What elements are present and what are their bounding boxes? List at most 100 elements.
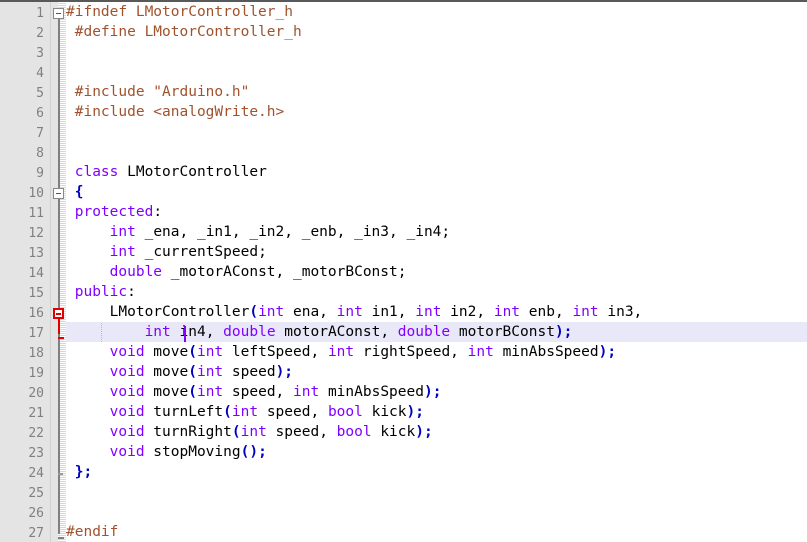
code-token-kw: int (196, 344, 224, 360)
code-token-kw: double (223, 324, 276, 340)
code-token-op: : (153, 204, 163, 220)
code-token-id (66, 324, 145, 340)
code-line[interactable]: #define LMotorController_h (66, 22, 807, 42)
code-token-id: _motorAConst, _motorBConst; (162, 264, 407, 280)
code-text-area[interactable]: #ifndef LMotorController_h #define LMoto… (66, 2, 807, 542)
code-line[interactable] (66, 502, 807, 522)
code-token-id: LMotorController (66, 304, 250, 320)
line-number: 11 (28, 206, 44, 221)
fold-end-elbow[interactable] (58, 337, 64, 339)
line-number: 6 (36, 106, 44, 121)
code-token-kw: void (109, 444, 145, 460)
code-line[interactable]: { (66, 182, 807, 202)
line-number: 26 (28, 506, 44, 521)
code-line[interactable]: int _currentSpeed; (66, 242, 807, 262)
fold-collapse-icon[interactable] (53, 188, 64, 199)
code-line[interactable] (66, 142, 807, 162)
code-token-id: minAbsSpeed (319, 384, 424, 400)
code-line[interactable]: #ifndef LMotorController_h (66, 2, 807, 22)
line-number: 22 (28, 426, 44, 441)
code-token-punc: (); (240, 444, 267, 460)
code-line[interactable]: double _motorAConst, _motorBConst; (66, 262, 807, 282)
code-line[interactable]: #include <analogWrite.h> (66, 102, 807, 122)
code-token-id: move (144, 364, 189, 380)
code-line[interactable]: class LMotorController (66, 162, 807, 182)
code-token-punc: ( (188, 384, 197, 400)
code-token-id: kick (362, 404, 407, 420)
minus-icon (56, 193, 61, 194)
code-token-kw: int (493, 304, 521, 320)
code-token-id: minAbsSpeed (493, 344, 599, 360)
code-line-current[interactable]: int in4, double motorAConst, double moto… (66, 322, 807, 342)
code-line-list[interactable]: #ifndef LMotorController_h #define LMoto… (66, 2, 807, 542)
code-line[interactable]: void stopMoving(); (66, 442, 807, 462)
line-number: 2 (36, 26, 44, 41)
line-number: 5 (36, 86, 44, 101)
code-token-id: motorBConst (450, 324, 555, 340)
code-token-id: in2, (441, 304, 494, 320)
code-token-id: speed (223, 364, 276, 380)
code-line[interactable] (66, 482, 807, 502)
code-line[interactable]: LMotorController(int ena, int in1, int i… (66, 302, 807, 322)
code-token-punc: ); (554, 324, 573, 340)
code-token-kw: int (144, 324, 171, 340)
code-line[interactable]: #include "Arduino.h" (66, 82, 807, 102)
fold-level-tick (58, 473, 63, 475)
code-line[interactable]: void move(int speed, int minAbsSpeed); (66, 382, 807, 402)
fold-end-elbow[interactable] (58, 537, 64, 539)
code-line[interactable]: }; (66, 462, 807, 482)
code-line[interactable]: public: (66, 282, 807, 302)
code-token-id (66, 264, 110, 280)
code-token-pre: #define LMotorController_h (66, 24, 302, 40)
code-line[interactable]: #endif (66, 522, 807, 542)
code-token-kw: double (397, 324, 451, 340)
code-editor-window[interactable]: 1 2 3 4 5 6 7 8 9 10 11 12 13 14 15 16 17 18 19 20 21 22 23 24 2… (0, 0, 807, 542)
minus-icon (56, 313, 61, 315)
line-number: 7 (36, 126, 44, 141)
code-line[interactable]: int _ena, _in1, _in2, _enb, _in3, _in4; (66, 222, 807, 242)
code-token-id: move (144, 344, 189, 360)
code-token-punc: ( (223, 404, 232, 420)
code-line[interactable]: void move(int leftSpeed, int rightSpeed,… (66, 342, 807, 362)
editor-gutter[interactable]: 1 2 3 4 5 6 7 8 9 10 11 12 13 14 15 16 17 18 19 20 21 22 23 24 2… (0, 2, 66, 542)
line-number: 10 (28, 186, 44, 201)
fold-collapse-icon[interactable] (53, 8, 64, 19)
indent-guide (100, 322, 102, 342)
code-line[interactable]: void turnLeft(int speed, bool kick); (66, 402, 807, 422)
code-token-kw: int (336, 304, 363, 320)
code-token-id (66, 404, 110, 420)
code-token-id: LMotorController (118, 164, 267, 180)
code-token-kw: int (327, 344, 355, 360)
code-token-id (66, 464, 75, 480)
code-line[interactable] (66, 62, 807, 82)
line-number: 21 (28, 406, 44, 421)
bookmark-marker-column[interactable] (51, 2, 58, 542)
code-line[interactable]: void turnRight(int speed, bool kick); (66, 422, 807, 442)
code-line[interactable]: protected: (66, 202, 807, 222)
fold-collapse-icon[interactable] (53, 308, 64, 319)
code-token-id: speed, (223, 384, 294, 400)
code-token-kw: int (572, 304, 599, 320)
code-token-kw: void (109, 344, 145, 360)
code-token-pre: #endif (66, 524, 119, 540)
code-token-id (66, 224, 110, 240)
code-line[interactable]: void move(int speed); (66, 362, 807, 382)
line-number: 16 (28, 306, 44, 321)
code-token-punc: ( (249, 304, 259, 320)
line-number: 23 (28, 446, 44, 461)
code-line[interactable] (66, 42, 807, 62)
code-token-id: stopMoving (144, 444, 241, 460)
code-token-punc: ); (275, 364, 294, 380)
code-token-id: leftSpeed, (223, 344, 328, 360)
line-number: 3 (36, 46, 44, 61)
code-token-punc: ( (188, 364, 197, 380)
code-line[interactable] (66, 122, 807, 142)
code-token-kw: int (467, 344, 494, 360)
code-token-id (66, 164, 75, 180)
line-number: 9 (36, 166, 44, 181)
code-token-kw: bool (336, 424, 372, 440)
code-token-id (66, 444, 110, 460)
line-number: 14 (28, 266, 44, 281)
code-token-id: rightSpeed, (354, 344, 468, 360)
code-token-kw: int (196, 384, 224, 400)
